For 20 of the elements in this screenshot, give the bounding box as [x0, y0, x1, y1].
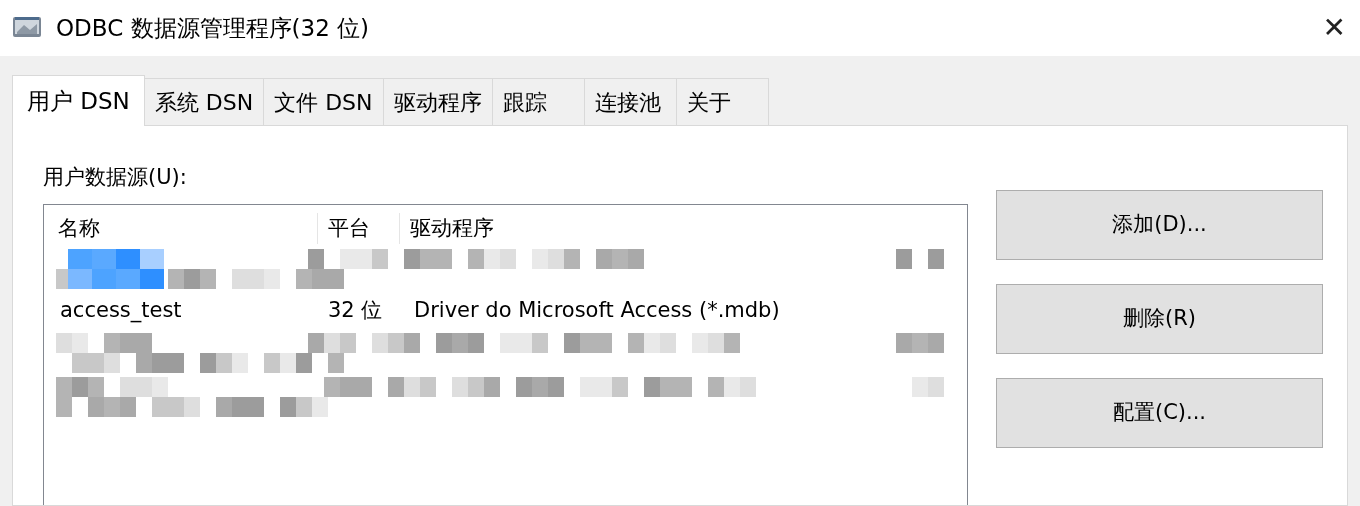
table-cell-text: 32 位: [327, 296, 384, 324]
action-button[interactable]: 添加(D)...: [996, 190, 1323, 260]
tab[interactable]: 连接池: [584, 78, 677, 125]
action-button[interactable]: 配置(C)...: [996, 378, 1323, 448]
tab[interactable]: 用户 DSN: [12, 75, 145, 126]
tab[interactable]: 关于: [676, 78, 769, 125]
close-button[interactable]: ✕: [1322, 14, 1346, 42]
tab[interactable]: 系统 DSN: [144, 78, 265, 125]
tab[interactable]: 驱动程序: [383, 78, 493, 125]
column-header[interactable]: 平台: [318, 212, 400, 245]
column-header[interactable]: 名称: [56, 212, 318, 245]
window-title: ODBC 数据源管理程序(32 位): [56, 13, 370, 43]
table-cell-text: access_test: [59, 296, 183, 325]
action-button[interactable]: 删除(R): [996, 284, 1323, 354]
tab[interactable]: 文件 DSN: [264, 78, 384, 125]
tab[interactable]: 跟踪: [492, 78, 585, 125]
column-header[interactable]: 驱动程序: [400, 212, 494, 245]
list-row[interactable]: access_test 32 位 Driver do Microsoft Access (*.mdb): [56, 290, 967, 331]
list-label: 用户数据源(U):: [43, 164, 188, 191]
table-cell-text: Driver do Microsoft Access (*.mdb): [413, 296, 780, 324]
